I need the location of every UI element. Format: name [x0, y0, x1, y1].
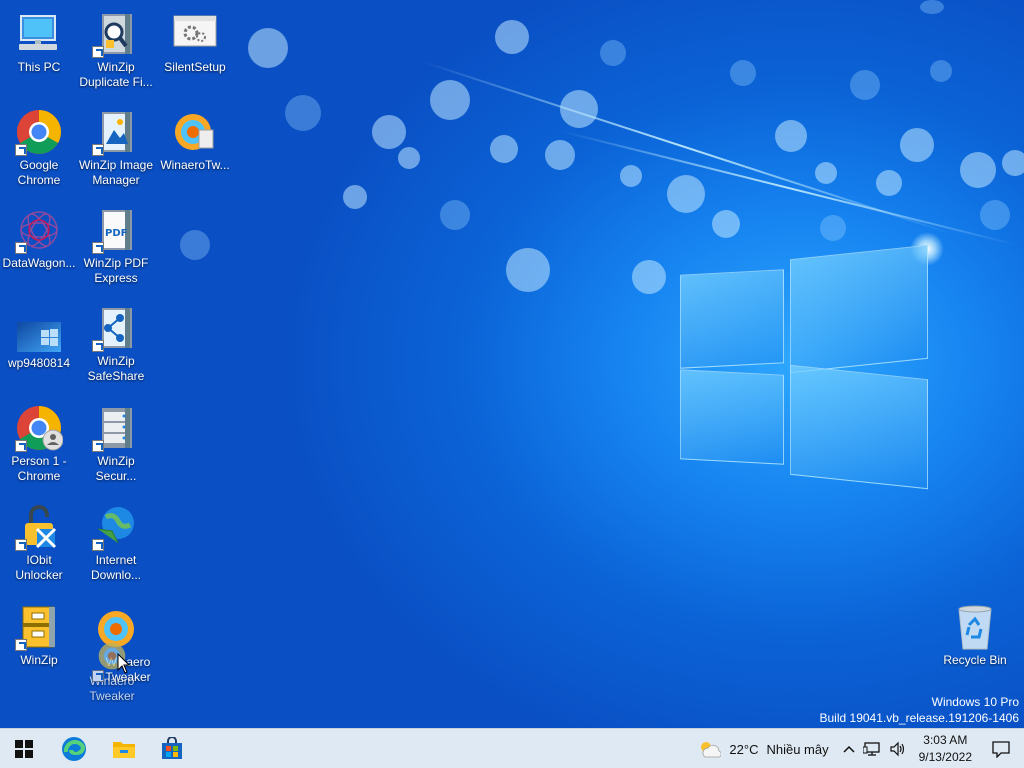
desktop-icon-internet-download-manager[interactable]: Internet Downlo...: [78, 503, 154, 583]
recycle-bin-icon: [951, 603, 999, 651]
wallpaper-image-icon: [15, 320, 63, 354]
desktop-icon-label: Person 1 - Chrome: [11, 454, 67, 483]
network-icon: [862, 742, 880, 756]
winzip-duplicate-finder-icon: [92, 10, 140, 58]
speaker-icon: [890, 741, 904, 757]
desktop-icon-iobit-unlocker[interactable]: IObit Unlocker: [1, 503, 77, 583]
shortcut-arrow-icon: [15, 440, 27, 452]
shortcut-arrow-icon: [92, 340, 104, 352]
winzip-safeshare-icon: [92, 304, 140, 352]
watermark-edition: Windows 10 Pro: [931, 695, 1019, 709]
taskbar: 22°C Nhiều mây 3:03 AM 9/13/2022: [0, 728, 1024, 768]
iobit-unlocker-icon: [15, 503, 63, 551]
shortcut-arrow-icon: [92, 46, 104, 58]
action-center-button[interactable]: [980, 729, 1024, 768]
desktop-icon-silentsetup[interactable]: SilentSetup: [157, 10, 233, 75]
winzip-image-manager-icon: [92, 108, 140, 156]
start-icon: [15, 740, 33, 758]
shortcut-arrow-icon: [15, 144, 27, 156]
mouse-cursor-icon: [117, 653, 131, 674]
start-button[interactable]: [2, 729, 46, 768]
chrome-person-icon: [15, 404, 64, 452]
desktop-icon-label: Google Chrome: [17, 158, 61, 187]
desktop-icon-winzip-pdf-express[interactable]: PDF WinZip PDF Express: [78, 206, 154, 286]
desktop-icon-label: WinZip Image Manager: [78, 158, 154, 187]
shortcut-arrow-icon: [92, 670, 104, 682]
desktop-icon-winzip[interactable]: WinZip: [1, 603, 77, 668]
desktop-icon-label: WinZip PDF Express: [83, 256, 149, 285]
desktop-icon-label: WinaeroTw...: [160, 158, 230, 172]
silentsetup-icon: [171, 10, 219, 58]
shortcut-arrow-icon: [92, 440, 104, 452]
desktop-icon-label: Internet Downlo...: [90, 553, 142, 582]
desktop-icon-winzip-safeshare[interactable]: WinZip SafeShare: [78, 304, 154, 384]
desktop-icon-recycle-bin[interactable]: Recycle Bin: [936, 603, 1014, 668]
weather-condition: Nhiều mây: [766, 741, 829, 757]
desktop-icon-label: SilentSetup: [164, 60, 226, 74]
microsoft-store-icon: [162, 737, 182, 759]
windows-version-watermark: Windows 10 Pro Build 19041.vb_release.19…: [820, 694, 1020, 726]
desktop-icon-person-1-chrome[interactable]: Person 1 - Chrome: [1, 404, 77, 484]
chevron-up-icon: [843, 745, 855, 753]
shortcut-arrow-icon: [15, 639, 27, 651]
desktop-icon-winaero-tweaker-drag-ghost[interactable]: Winaero Tweaker: [74, 634, 150, 704]
show-hidden-icons-button[interactable]: [839, 729, 859, 768]
desktop-icon-label: IObit Unlocker: [15, 553, 63, 582]
clock-date: 9/13/2022: [918, 750, 972, 764]
shortcut-arrow-icon: [92, 539, 104, 551]
weather-widget[interactable]: 22°C Nhiều mây: [693, 729, 838, 768]
taskbar-file-explorer-button[interactable]: [102, 729, 146, 768]
network-status-button[interactable]: [859, 729, 885, 768]
system-tray: 22°C Nhiều mây 3:03 AM 9/13/2022: [693, 729, 1024, 768]
desktop-icon-winzip-secure-backup[interactable]: WinZip Secur...: [78, 404, 154, 484]
desktop-icon-this-pc[interactable]: This PC: [1, 10, 77, 75]
desktop-icon-winzip-image-manager[interactable]: WinZip Image Manager: [78, 108, 154, 188]
shortcut-arrow-icon: [92, 242, 104, 254]
internet-download-manager-icon: [92, 503, 140, 551]
desktop-icon-winaerotweaker[interactable]: WinaeroTw...: [157, 108, 233, 173]
winzip-icon: [15, 603, 63, 651]
taskbar-microsoft-store-button[interactable]: [150, 729, 194, 768]
datawagon-icon: [15, 206, 63, 254]
taskbar-clock[interactable]: 3:03 AM 9/13/2022: [911, 729, 980, 768]
volume-button[interactable]: [885, 729, 911, 768]
notification-icon: [992, 741, 1010, 758]
shortcut-arrow-icon: [15, 539, 27, 551]
taskbar-edge-button[interactable]: [52, 729, 96, 768]
shortcut-arrow-icon: [15, 242, 27, 254]
desktop-icon-label: WinZip Secur...: [95, 454, 137, 483]
desktop-icon-label: WinZip Duplicate Fi...: [79, 60, 153, 89]
winaero-tweaker-icon: [171, 108, 219, 156]
edge-icon: [62, 737, 86, 761]
desktop-icon-datawagon[interactable]: DataWagon...: [1, 206, 77, 271]
winzip-secure-backup-icon: [92, 404, 140, 452]
clock-time: 3:03 AM: [923, 733, 968, 747]
winzip-pdf-express-icon: PDF: [92, 206, 140, 254]
desktop-icon-label: WinZip: [20, 653, 58, 667]
chrome-icon: [15, 108, 63, 156]
watermark-build: Build 19041.vb_release.191206-1406: [819, 711, 1020, 725]
weather-temperature: 22°C: [729, 741, 759, 757]
desktop-icon-label: WinZip SafeShare: [87, 354, 145, 383]
desktop-icon-label: wp9480814: [7, 356, 71, 370]
desktop-icon-wp9480814[interactable]: wp9480814: [1, 320, 77, 371]
shortcut-arrow-icon: [92, 144, 104, 156]
desktop-icon-winzip-duplicate-finder[interactable]: WinZip Duplicate Fi...: [78, 10, 154, 90]
desktop-icon-google-chrome[interactable]: Google Chrome: [1, 108, 77, 188]
desktop-icon-label: Recycle Bin: [943, 653, 1007, 667]
this-pc-icon: [15, 10, 63, 58]
file-explorer-icon: [113, 742, 135, 758]
partly-cloudy-icon: [701, 742, 722, 758]
desktop-icon-label: This PC: [17, 60, 61, 74]
desktop-icon-label: DataWagon...: [2, 256, 76, 270]
svg-text:PDF: PDF: [105, 228, 127, 239]
